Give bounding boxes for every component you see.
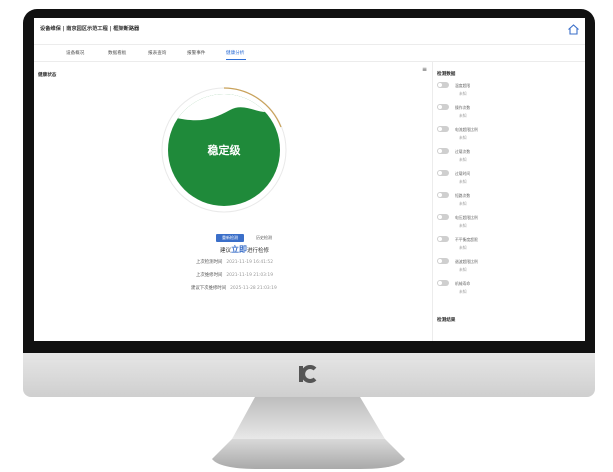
top-bar: 设备维保 | 南京园区示范工程 | 框架断路器: [34, 18, 585, 45]
tab-health-analysis[interactable]: 健康分析: [226, 50, 244, 56]
toggle-switch[interactable]: [437, 236, 449, 242]
detection-sidebar: 检测数据 温度超限 未知 操作次数 未知 电流超限比例 未知 过载次数 未知 过…: [432, 62, 585, 341]
item-status: 未知: [459, 113, 467, 118]
detection-item: 操作次数 未知: [437, 104, 577, 124]
detection-item: 过载次数 未知: [437, 148, 577, 168]
tab-bar: 设备概况 数据看板 报表查询 报警事件 健康分析: [34, 45, 585, 62]
tab-data-board[interactable]: 数据看板: [108, 50, 126, 56]
detection-item: 短路次数 未知: [437, 192, 577, 212]
toggle-switch[interactable]: [437, 170, 449, 176]
info-last-test: 上次检测时间 2021-11-19 16:41:52: [196, 259, 273, 265]
item-name: 机械寿命: [455, 281, 471, 286]
toggle-switch[interactable]: [437, 280, 449, 286]
tab-report-query[interactable]: 报表查询: [148, 50, 166, 56]
info-value: 2025-11-28 21:03:19: [230, 286, 277, 291]
detection-item: 温度超限 未知: [437, 82, 577, 102]
item-status: 未知: [459, 201, 467, 206]
item-name: 电压超限比例: [455, 215, 478, 220]
info-label: 上次检测时间: [196, 260, 223, 265]
advice-emphasis: 立即: [231, 245, 248, 254]
section-title: 健康状态: [38, 73, 57, 78]
level-circle: 稳定级: [168, 94, 280, 206]
retest-button[interactable]: 重新检测: [216, 234, 244, 242]
info-value: 2021-11-19 21:03:19: [226, 273, 273, 278]
toggle-switch[interactable]: [437, 82, 449, 88]
item-status: 未知: [459, 245, 467, 250]
toggle-switch[interactable]: [437, 214, 449, 220]
detection-item: 不平衡度超限 未知: [437, 236, 577, 256]
item-name: 操作次数: [455, 105, 471, 110]
item-status: 未知: [459, 289, 467, 294]
item-status: 未知: [459, 179, 467, 184]
detection-item: 机械寿命 未知: [437, 280, 577, 300]
result-title: 检测结果: [437, 318, 456, 323]
item-name: 短路次数: [455, 193, 471, 198]
item-status: 未知: [459, 135, 467, 140]
toggle-switch[interactable]: [437, 148, 449, 154]
item-status: 未知: [459, 91, 467, 96]
breadcrumb: 设备维保 | 南京园区示范工程 | 框架断路器: [40, 26, 140, 32]
item-status: 未知: [459, 157, 467, 162]
item-name: 过载时间: [455, 171, 471, 176]
health-gauge: 稳定级: [157, 83, 291, 217]
item-status: 未知: [459, 267, 467, 272]
toggle-switch[interactable]: [437, 192, 449, 198]
detection-item: 谐波超限比例 未知: [437, 258, 577, 278]
monitor-stand: [212, 397, 405, 469]
home-icon[interactable]: [567, 23, 580, 36]
toggle-switch[interactable]: [437, 126, 449, 132]
info-next-repair: 建议下次维修时间 2025-11-28 21:03:19: [191, 285, 277, 291]
info-last-repair: 上次维修时间 2021-11-19 21:03:19: [196, 272, 273, 278]
item-name: 过载次数: [455, 149, 471, 154]
app-screen: 设备维保 | 南京园区示范工程 | 框架断路器 设备概况 数据看板 报表查询 报…: [34, 18, 585, 341]
item-name: 谐波超限比例: [455, 259, 478, 264]
tab-device-overview[interactable]: 设备概况: [66, 50, 84, 56]
menu-icon[interactable]: ≡: [422, 67, 427, 73]
maintenance-advice: 建议立即进行检修: [220, 244, 269, 255]
advice-prefix: 建议: [220, 248, 232, 254]
item-status: 未知: [459, 223, 467, 228]
toggle-switch[interactable]: [437, 104, 449, 110]
tab-alarm-events[interactable]: 报警事件: [187, 50, 205, 56]
info-label: 建议下次维修时间: [191, 286, 227, 291]
detection-item: 电流超限比例 未知: [437, 126, 577, 146]
advice-suffix: 进行检修: [247, 248, 270, 254]
health-level-label: 稳定级: [207, 144, 241, 157]
active-tab-underline: [226, 59, 246, 60]
info-value: 2021-11-19 16:41:52: [226, 260, 273, 265]
info-label: 上次维修时间: [196, 273, 223, 278]
detection-item: 过载时间 未知: [437, 170, 577, 190]
brand-logo-icon: [299, 365, 317, 383]
history-button[interactable]: 历史检测: [252, 234, 276, 242]
sidebar-title: 检测数据: [437, 72, 456, 77]
item-name: 温度超限: [455, 83, 471, 88]
item-name: 不平衡度超限: [455, 237, 478, 242]
item-name: 电流超限比例: [455, 127, 478, 132]
detection-item: 电压超限比例 未知: [437, 214, 577, 234]
toggle-switch[interactable]: [437, 258, 449, 264]
